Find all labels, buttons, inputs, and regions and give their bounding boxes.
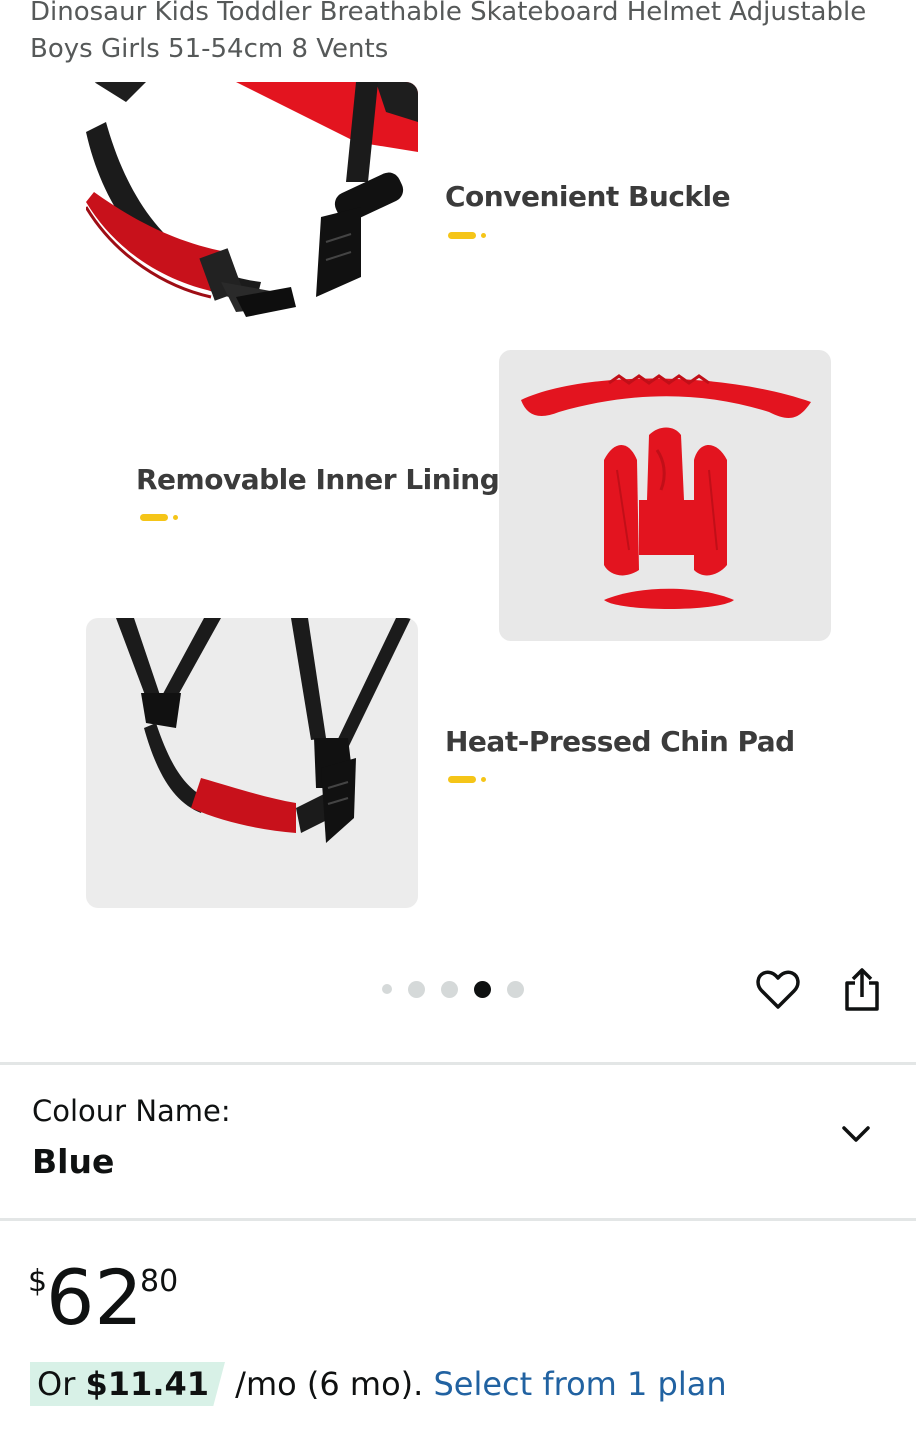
image-pagination-dots [382, 978, 540, 1000]
installment-highlight: Or $11.41 [30, 1362, 225, 1406]
installment-amount: $11.41 [85, 1365, 209, 1403]
wishlist-button[interactable] [754, 966, 802, 1014]
accent-mark [448, 776, 488, 784]
colour-label: Colour Name: [32, 1094, 231, 1128]
section-divider [0, 1218, 916, 1221]
colour-selector[interactable]: Colour Name: Blue [0, 1066, 916, 1218]
price-fraction: 80 [140, 1264, 179, 1299]
installment-prefix: Or [37, 1365, 86, 1403]
installment-offer: Or $11.41 /mo (6 mo). Select from 1 plan [30, 1362, 727, 1406]
installment-terms: /mo (6 mo). [225, 1365, 434, 1403]
product-title: Dinosaur Kids Toddler Breathable Skatebo… [30, 0, 867, 64]
price-whole: 62 [46, 1253, 143, 1342]
select-plan-link[interactable]: Select from 1 plan [433, 1365, 726, 1403]
inner-lining-photo [499, 350, 831, 641]
accent-mark [140, 514, 180, 522]
section-divider [0, 1062, 916, 1065]
pagination-dot[interactable] [507, 980, 524, 998]
share-icon [845, 968, 879, 1011]
share-button[interactable] [838, 966, 886, 1014]
price-currency: $ [28, 1264, 48, 1299]
chin-pad-photo [86, 618, 418, 908]
feature-label-buckle: Convenient Buckle [445, 180, 731, 213]
buckle-photo [86, 82, 418, 354]
colour-value: Blue [32, 1142, 115, 1181]
pagination-dot[interactable] [441, 980, 458, 998]
chevron-down-icon [842, 1126, 870, 1142]
pagination-dot-active[interactable] [474, 980, 491, 998]
feature-label-chin-pad: Heat-Pressed Chin Pad [445, 725, 795, 758]
feature-label-inner-lining: Removable Inner Lining [136, 463, 500, 496]
pagination-dot[interactable] [382, 984, 392, 994]
heart-icon [756, 970, 800, 1009]
accent-mark [448, 232, 488, 240]
pagination-dot[interactable] [408, 980, 425, 998]
product-image-gallery[interactable]: Convenient Buckle Removable Inner Lining [0, 80, 916, 940]
